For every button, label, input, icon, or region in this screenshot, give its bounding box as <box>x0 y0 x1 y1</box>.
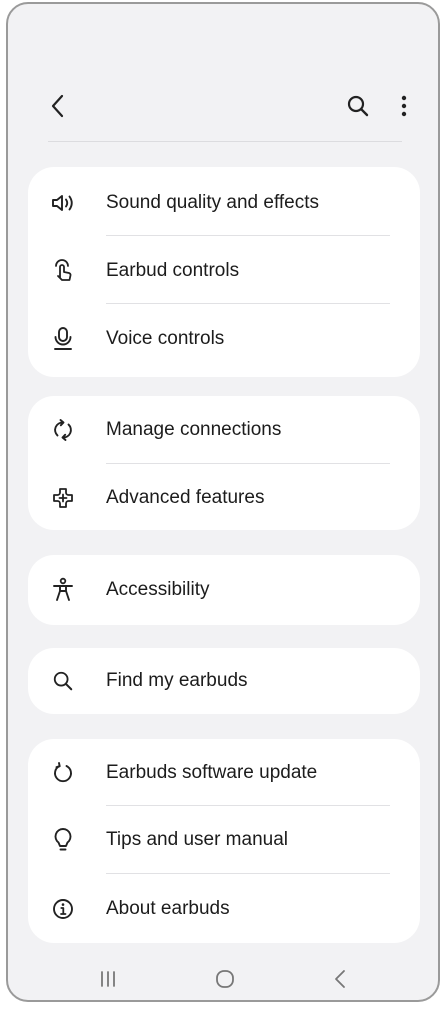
menu-item-earbud-controls[interactable]: Earbud controls <box>28 237 420 305</box>
search-button[interactable] <box>340 88 376 124</box>
home-icon <box>213 967 237 991</box>
accessibility-icon <box>50 577 76 603</box>
touch-icon <box>50 258 76 284</box>
menu-item-software-update[interactable]: Earbuds software update <box>28 739 420 807</box>
settings-group-support: Earbuds software update Tips and user ma… <box>28 739 420 943</box>
menu-item-label: Advanced features <box>106 487 265 508</box>
top-app-bar <box>8 82 438 130</box>
menu-item-label: Manage connections <box>106 419 282 440</box>
menu-item-label: Sound quality and effects <box>106 192 320 213</box>
header-divider <box>48 141 402 142</box>
microphone-icon <box>50 326 76 352</box>
update-icon <box>50 760 76 786</box>
home-button[interactable] <box>205 964 245 994</box>
item-divider <box>106 303 390 304</box>
menu-item-find-my-earbuds[interactable]: Find my earbuds <box>28 647 420 715</box>
settings-group-audio: Sound quality and effects Earbud control… <box>28 167 420 377</box>
menu-item-label: Voice controls <box>106 328 225 349</box>
chevron-left-icon <box>50 93 66 119</box>
phone-screen: Sound quality and effects Earbud control… <box>6 2 440 1002</box>
menu-item-sound-quality[interactable]: Sound quality and effects <box>28 169 420 237</box>
menu-item-label: Tips and user manual <box>106 829 289 850</box>
settings-group-accessibility: Accessibility <box>28 555 420 625</box>
sync-icon <box>50 417 76 443</box>
search-icon <box>50 668 76 694</box>
lightbulb-icon <box>50 827 76 853</box>
item-divider <box>106 235 390 236</box>
puzzle-plus-icon <box>50 485 76 511</box>
recents-button[interactable] <box>88 964 128 994</box>
menu-item-voice-controls[interactable]: Voice controls <box>28 305 420 373</box>
menu-item-label: Earbuds software update <box>106 762 318 783</box>
menu-item-advanced-features[interactable]: Advanced features <box>28 464 420 532</box>
speaker-icon <box>50 190 76 216</box>
back-icon <box>333 968 347 990</box>
settings-group-connections: Manage connections Advanced features <box>28 396 420 530</box>
menu-item-about-earbuds[interactable]: About earbuds <box>28 875 420 943</box>
nav-back-button[interactable] <box>320 964 360 994</box>
menu-item-manage-connections[interactable]: Manage connections <box>28 396 420 464</box>
menu-item-label: Find my earbuds <box>106 670 248 691</box>
search-icon <box>346 94 370 118</box>
menu-item-tips-manual[interactable]: Tips and user manual <box>28 806 420 874</box>
back-button[interactable] <box>40 88 76 124</box>
menu-item-accessibility[interactable]: Accessibility <box>28 556 420 624</box>
menu-item-label: Earbud controls <box>106 260 240 281</box>
more-options-button[interactable] <box>386 88 422 124</box>
menu-item-label: Accessibility <box>106 579 210 600</box>
system-navigation-bar <box>8 952 438 1000</box>
menu-item-label: About earbuds <box>106 898 230 919</box>
settings-group-find: Find my earbuds <box>28 648 420 714</box>
recents-icon <box>98 970 118 988</box>
more-vertical-icon <box>400 94 408 118</box>
info-icon <box>50 896 76 922</box>
item-divider <box>106 873 390 874</box>
